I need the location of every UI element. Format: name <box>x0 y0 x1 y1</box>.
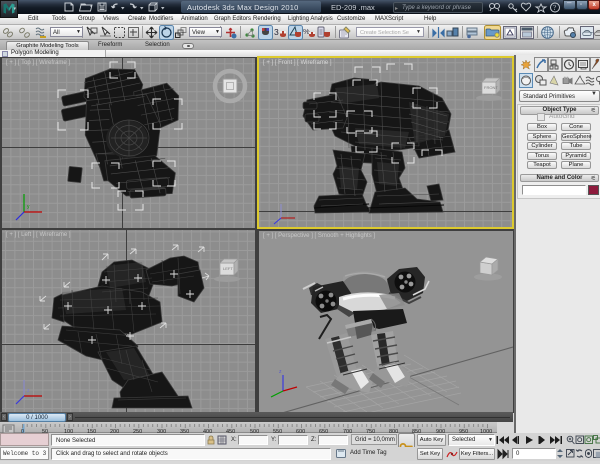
svg-text:FRONT: FRONT <box>484 85 498 90</box>
svg-text:3: 3 <box>274 27 279 37</box>
svg-text:?: ? <box>553 4 556 12</box>
svg-text:%: % <box>303 27 310 36</box>
svg-text:LEFT: LEFT <box>223 266 233 271</box>
